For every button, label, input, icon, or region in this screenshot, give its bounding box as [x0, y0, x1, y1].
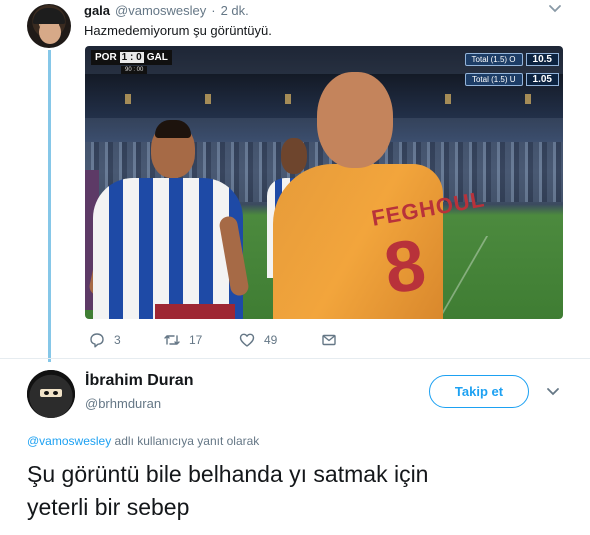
tweet-actions: 3 17 49 — [88, 331, 338, 349]
odds-value: 1.05 — [525, 72, 559, 86]
quoted-author-handle[interactable]: @vamoswesley — [115, 3, 206, 18]
follow-button[interactable]: Takip et — [429, 375, 529, 408]
reply-icon — [90, 333, 104, 348]
player-head-2 — [281, 138, 307, 174]
quoted-header: gala @vamoswesley · 2 dk. — [84, 3, 249, 18]
quoted-timestamp[interactable]: 2 dk. — [221, 3, 249, 18]
retweet-icon — [164, 335, 180, 345]
tweet-media-image[interactable]: FEGHOUL 8 POR 1 : 0 GAL 90 : 00 Total (1… — [85, 46, 563, 319]
meta-separator: · — [211, 3, 216, 18]
heart-icon — [239, 333, 255, 347]
reply-mention-link[interactable]: @vamoswesley — [27, 434, 111, 448]
chevron-down-icon[interactable] — [548, 2, 562, 16]
avatar-cap — [33, 8, 65, 24]
odds-label: Total (1.5) U — [464, 72, 523, 86]
pitch-line — [439, 236, 563, 316]
score: 1 : 0 — [119, 52, 144, 63]
scoreboard: POR 1 : 0 GAL — [91, 50, 172, 65]
odds-row: Total (1.5) O 10.5 — [464, 52, 559, 66]
author-name[interactable]: İbrahim Duran — [85, 372, 193, 390]
divider — [0, 358, 590, 359]
quoted-author-name[interactable]: gala — [84, 3, 110, 18]
odds-row: Total (1.5) U 1.05 — [464, 72, 559, 86]
reply-context-text: adlı kullanıcıya yanıt olarak — [111, 434, 260, 448]
player-shorts — [155, 304, 235, 319]
away-team: GAL — [146, 52, 168, 63]
tweet-text-line: Şu görüntü bile belhanda yı satmak için — [27, 461, 429, 487]
odds-value: 10.5 — [525, 52, 559, 66]
like-count: 49 — [264, 333, 278, 347]
direct-message-button[interactable] — [320, 331, 338, 349]
author-avatar[interactable] — [27, 370, 75, 418]
reply-context: @vamoswesley adlı kullanıcıya yanıt olar… — [27, 434, 259, 448]
retweet-button[interactable]: 17 — [163, 331, 238, 349]
tweet-text-line: yeterli bir sebep — [27, 494, 190, 520]
thread-line — [48, 50, 51, 362]
author-handle[interactable]: @brhmduran — [85, 396, 161, 411]
avatar-eyes — [40, 389, 62, 397]
reply-button[interactable]: 3 — [88, 331, 163, 349]
like-button[interactable]: 49 — [238, 331, 320, 349]
home-team: POR — [95, 52, 117, 63]
quoted-tweet-text: Hazmedemiyorum şu görüntüyü. — [84, 23, 272, 38]
tweet-text: Şu görüntü bile belhanda yı satmak için … — [27, 458, 567, 524]
player-porto-shirt — [93, 178, 243, 319]
match-clock: 90 : 00 — [121, 66, 148, 74]
chevron-down-icon[interactable] — [545, 386, 561, 398]
player-hair — [155, 120, 191, 138]
reply-count: 3 — [114, 333, 121, 347]
envelope-icon — [322, 334, 336, 346]
player-head-3 — [317, 72, 393, 168]
odds-label: Total (1.5) O — [464, 52, 523, 66]
quoted-avatar[interactable] — [27, 4, 71, 48]
retweet-count: 17 — [189, 333, 203, 347]
